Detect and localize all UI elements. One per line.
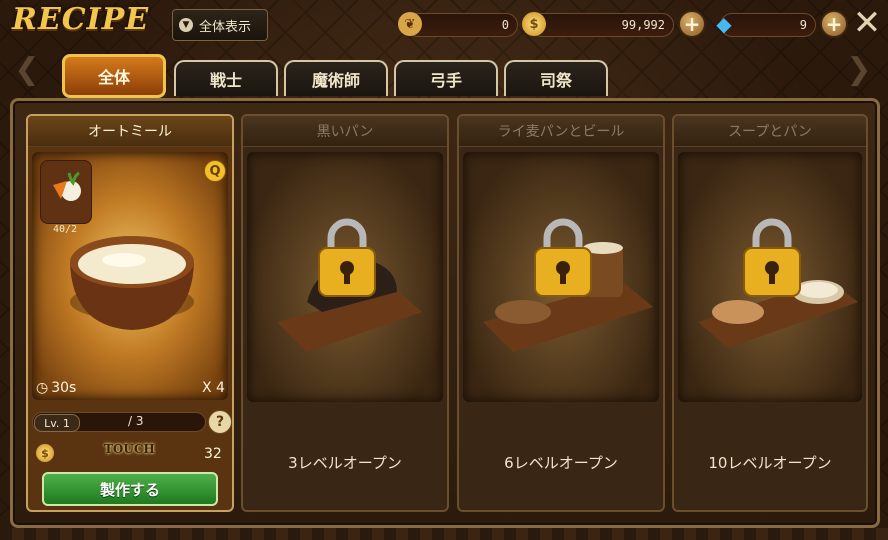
recipe-card-rye-bread-beer[interactable]: ライ麦パンとビール 6レベルオープン [457,114,665,512]
quality-badge: Q [204,160,226,182]
tab-archer[interactable]: 弓手 [394,60,498,96]
recipe-name: スープとパン [674,116,866,147]
recipe-name: 黒いパン [243,116,447,147]
stamina-value: 0 [501,18,509,32]
tab-label: 戦士 [209,71,242,90]
chevron-down-icon: ▼ [179,18,193,32]
gold-coin-icon: $ [522,12,546,36]
unlock-requirement: 3レベルオープン [288,454,402,472]
ingredient-slot[interactable] [40,160,92,224]
close-icon[interactable]: ✕ [850,6,884,40]
lock-icon [318,218,376,297]
filter-dropdown[interactable]: ▼ 全体表示 [172,9,268,41]
tab-priest[interactable]: 司祭 [504,60,608,96]
scroll-right-icon[interactable]: ❯ [846,50,872,88]
cook-time: ◷ 30s [36,380,76,396]
lock-icon [534,218,592,297]
gem-icon: ◆ [716,12,732,36]
tab-mage[interactable]: 魔術師 [284,60,388,96]
gem-value: 9 [799,18,807,32]
gold-value: 99,992 [621,18,665,32]
unlock-requirement: 10レベルオープン [708,454,832,472]
recipe-level: Lv. 1 [34,414,80,432]
recipe-card-oatmeal[interactable]: オートミール 40/2 Q ◷ 30s X 4 Lv. 1 / 3 ? $ TO… [26,114,234,512]
stamina-icon: ❦ [398,12,422,36]
recipe-name: オートミール [28,116,232,147]
tab-label: 司祭 [539,71,572,90]
unlock-requirement: 6レベルオープン [504,454,618,472]
stamina-counter: 0 [406,13,518,37]
recipe-name: ライ麦パンとビール [459,116,663,147]
level-progress-text: / 3 [128,414,144,428]
lock-icon [743,218,801,297]
recipe-multiplier: X 4 [202,380,225,396]
recipe-card-black-bread[interactable]: 黒いパン 3レベルオープン [241,114,449,512]
craft-button[interactable]: 製作する [42,472,218,506]
add-gold-button[interactable]: + [678,10,706,38]
tab-label: 弓手 [429,71,462,90]
add-gem-button[interactable]: + [820,10,848,38]
ingredient-count: 40/2 [52,224,78,235]
recipe-card-soup-bread[interactable]: スープとパン 10レベルオープン [672,114,868,512]
tab-all[interactable]: 全体 [62,54,166,98]
tab-warrior[interactable]: 戦士 [174,60,278,96]
help-icon[interactable]: ? [208,410,232,434]
tab-label: 全体 [97,68,130,87]
bottom-border [0,528,888,540]
gold-counter: 99,992 [530,13,674,37]
tab-label: 魔術師 [311,71,360,90]
scroll-left-icon[interactable]: ❮ [14,50,40,88]
turnip-carrot-icon [53,171,81,201]
clock-icon: ◷ [36,380,49,396]
touch-hint: TOUCH [104,442,155,456]
filter-label: 全体表示 [199,19,252,35]
page-title: RECIPE [12,2,150,37]
cook-time-value: 30s [51,380,77,396]
craft-cost: 32 [204,446,222,462]
gold-coin-icon: $ [36,444,54,462]
